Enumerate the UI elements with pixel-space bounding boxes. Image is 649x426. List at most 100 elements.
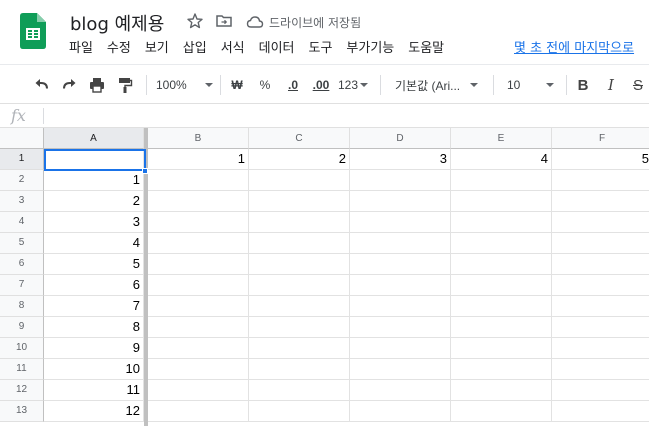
redo-button[interactable] xyxy=(58,74,80,96)
row-header-8[interactable]: 8 xyxy=(0,296,44,317)
menu-tools[interactable]: 도구 xyxy=(302,39,340,59)
cell-f6[interactable] xyxy=(552,254,649,275)
cell-d4[interactable] xyxy=(350,212,451,233)
cell-d13[interactable] xyxy=(350,401,451,422)
menu-insert[interactable]: 삽입 xyxy=(176,39,214,59)
cell-c9[interactable] xyxy=(249,317,350,338)
font-size-select[interactable]: 10 xyxy=(507,74,559,96)
bold-button[interactable]: B xyxy=(574,74,592,96)
currency-format-button[interactable]: ₩ xyxy=(228,74,246,96)
cell-a2[interactable]: 1 xyxy=(44,170,144,191)
cell-a11[interactable]: 10 xyxy=(44,359,144,380)
cell-a5[interactable]: 4 xyxy=(44,233,144,254)
cell-a6[interactable]: 5 xyxy=(44,254,144,275)
cell-f3[interactable] xyxy=(552,191,649,212)
cell-d8[interactable] xyxy=(350,296,451,317)
cell-b13[interactable] xyxy=(148,401,249,422)
cell-d6[interactable] xyxy=(350,254,451,275)
decrease-decimal-button[interactable]: .0 xyxy=(283,74,303,96)
cell-f11[interactable] xyxy=(552,359,649,380)
cell-c8[interactable] xyxy=(249,296,350,317)
cell-c10[interactable] xyxy=(249,338,350,359)
cell-a4[interactable]: 3 xyxy=(44,212,144,233)
menu-edit[interactable]: 수정 xyxy=(100,39,138,59)
cell-e5[interactable] xyxy=(451,233,552,254)
column-header-e[interactable]: E xyxy=(451,128,552,149)
column-header-a[interactable]: A xyxy=(44,128,144,149)
cell-c4[interactable] xyxy=(249,212,350,233)
cell-c2[interactable] xyxy=(249,170,350,191)
cell-d9[interactable] xyxy=(350,317,451,338)
row-header-10[interactable]: 10 xyxy=(0,338,44,359)
cell-b9[interactable] xyxy=(148,317,249,338)
cell-b3[interactable] xyxy=(148,191,249,212)
cell-f8[interactable] xyxy=(552,296,649,317)
cell-f5[interactable] xyxy=(552,233,649,254)
cell-b7[interactable] xyxy=(148,275,249,296)
row-header-12[interactable]: 12 xyxy=(0,380,44,401)
cell-e12[interactable] xyxy=(451,380,552,401)
cell-c7[interactable] xyxy=(249,275,350,296)
cell-e13[interactable] xyxy=(451,401,552,422)
increase-decimal-button[interactable]: .00 xyxy=(310,74,332,96)
cell-c11[interactable] xyxy=(249,359,350,380)
cell-e8[interactable] xyxy=(451,296,552,317)
move-to-folder-icon[interactable] xyxy=(215,12,233,30)
cell-d7[interactable] xyxy=(350,275,451,296)
cell-a12[interactable]: 11 xyxy=(44,380,144,401)
cell-f1[interactable]: 5 xyxy=(552,149,649,170)
cell-f10[interactable] xyxy=(552,338,649,359)
percent-format-button[interactable]: % xyxy=(256,74,274,96)
menu-file[interactable]: 파일 xyxy=(62,39,100,59)
cell-f12[interactable] xyxy=(552,380,649,401)
cell-d10[interactable] xyxy=(350,338,451,359)
cell-a8[interactable]: 7 xyxy=(44,296,144,317)
last-edit-link[interactable]: 몇 초 전에 마지막으로 xyxy=(514,39,634,59)
cell-c5[interactable] xyxy=(249,233,350,254)
cell-a10[interactable]: 9 xyxy=(44,338,144,359)
cell-e4[interactable] xyxy=(451,212,552,233)
more-formats-select[interactable]: 123 xyxy=(338,74,370,96)
cell-b4[interactable] xyxy=(148,212,249,233)
cell-e11[interactable] xyxy=(451,359,552,380)
cell-a9[interactable]: 8 xyxy=(44,317,144,338)
row-header-5[interactable]: 5 xyxy=(0,233,44,254)
cell-d11[interactable] xyxy=(350,359,451,380)
cell-f4[interactable] xyxy=(552,212,649,233)
cell-b2[interactable] xyxy=(148,170,249,191)
row-header-2[interactable]: 2 xyxy=(0,170,44,191)
menu-help[interactable]: 도움말 xyxy=(401,39,451,59)
formula-input[interactable] xyxy=(50,104,645,128)
cloud-saved-icon[interactable] xyxy=(246,13,264,31)
cell-d2[interactable] xyxy=(350,170,451,191)
cell-a1[interactable] xyxy=(44,149,144,170)
select-all-corner[interactable] xyxy=(0,128,44,149)
column-header-c[interactable]: C xyxy=(249,128,350,149)
strikethrough-button[interactable]: S xyxy=(630,74,646,96)
cell-a3[interactable]: 2 xyxy=(44,191,144,212)
row-header-3[interactable]: 3 xyxy=(0,191,44,212)
cell-d12[interactable] xyxy=(350,380,451,401)
google-sheets-logo[interactable] xyxy=(20,13,46,49)
cell-c6[interactable] xyxy=(249,254,350,275)
menu-view[interactable]: 보기 xyxy=(138,39,176,59)
row-header-4[interactable]: 4 xyxy=(0,212,44,233)
column-header-d[interactable]: D xyxy=(350,128,451,149)
cell-c1[interactable]: 2 xyxy=(249,149,350,170)
cell-b5[interactable] xyxy=(148,233,249,254)
cell-e2[interactable] xyxy=(451,170,552,191)
column-header-f[interactable]: F xyxy=(552,128,649,149)
cell-e6[interactable] xyxy=(451,254,552,275)
cell-c13[interactable] xyxy=(249,401,350,422)
undo-button[interactable] xyxy=(31,74,53,96)
cell-e10[interactable] xyxy=(451,338,552,359)
cell-e3[interactable] xyxy=(451,191,552,212)
cell-f13[interactable] xyxy=(552,401,649,422)
cell-b6[interactable] xyxy=(148,254,249,275)
column-header-b[interactable]: B xyxy=(148,128,249,149)
row-header-11[interactable]: 11 xyxy=(0,359,44,380)
cell-e9[interactable] xyxy=(451,317,552,338)
cell-f2[interactable] xyxy=(552,170,649,191)
cell-d3[interactable] xyxy=(350,191,451,212)
menu-format[interactable]: 서식 xyxy=(214,39,252,59)
